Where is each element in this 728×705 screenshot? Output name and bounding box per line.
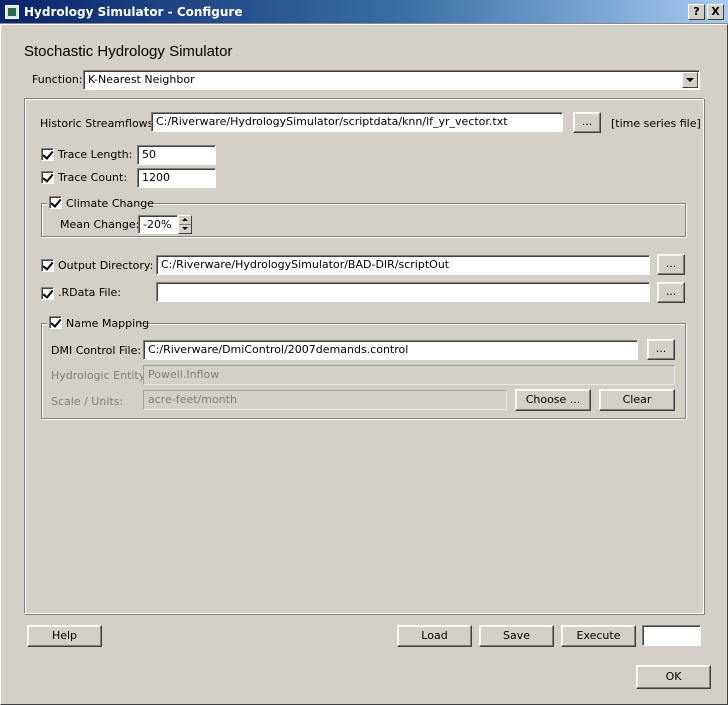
scale-units-label: Scale / Units: <box>51 395 124 408</box>
help-button[interactable]: Help <box>27 625 102 647</box>
output-dir-input[interactable]: C:/Riverware/HydrologySimulator/BAD-DIR/… <box>156 255 650 275</box>
name-mapping-label: Name Mapping <box>66 317 150 330</box>
rdata-label: .RData File: <box>58 286 122 299</box>
scale-units-input: acre-feet/month <box>143 390 507 410</box>
function-select-value: K-Nearest Neighbor <box>88 73 195 86</box>
climate-change-checkbox[interactable] <box>49 196 62 209</box>
rdata-input[interactable] <box>156 282 650 302</box>
trace-length-input[interactable]: 50 <box>137 145 216 165</box>
app-icon <box>5 5 19 19</box>
output-dir-label: Output Directory: <box>58 259 154 272</box>
mean-change-label: Mean Change: <box>60 218 140 231</box>
function-select[interactable]: K-Nearest Neighbor <box>83 70 700 90</box>
execute-button[interactable]: Execute <box>561 625 636 647</box>
name-mapping-checkbox[interactable] <box>49 316 62 329</box>
trace-length-label: Trace Length: <box>58 148 133 161</box>
rdata-browse-button[interactable]: ... <box>657 282 685 303</box>
climate-change-label: Climate Change <box>66 197 154 210</box>
trace-count-input[interactable]: 1200 <box>137 168 216 188</box>
save-button[interactable]: Save <box>479 625 554 647</box>
trace-count-label: Trace Count: <box>58 171 128 184</box>
window-title: Hydrology Simulator - Configure <box>24 5 243 19</box>
ok-button[interactable]: OK <box>636 665 711 689</box>
trace-count-checkbox[interactable] <box>41 171 54 184</box>
mean-change-spinner[interactable] <box>178 215 192 234</box>
streamflows-browse-button[interactable]: ... <box>573 112 601 133</box>
streamflows-input[interactable]: C:/Riverware/HydrologySimulator/scriptda… <box>151 112 563 132</box>
spin-down-icon[interactable] <box>179 216 191 233</box>
dmi-control-label: DMI Control File: <box>51 344 142 357</box>
dmi-control-input[interactable]: C:/Riverware/DmiControl/2007demands.cont… <box>143 340 638 360</box>
context-help-button[interactable]: ? <box>688 4 705 20</box>
title-bar[interactable]: Hydrology Simulator - Configure ? X <box>0 0 728 24</box>
chevron-down-icon[interactable] <box>682 72 698 88</box>
function-label: Function: <box>32 73 83 86</box>
dmi-control-browse-button[interactable]: ... <box>647 339 675 360</box>
output-dir-checkbox[interactable] <box>41 259 54 272</box>
hydrologic-entity-label: Hydrologic Entity: <box>51 369 149 382</box>
choose-units-button[interactable]: Choose ... <box>515 389 591 411</box>
trace-length-checkbox[interactable] <box>41 148 54 161</box>
close-button[interactable]: X <box>707 4 724 20</box>
clear-units-button[interactable]: Clear <box>599 389 675 411</box>
output-dir-browse-button[interactable]: ... <box>657 254 685 275</box>
page-title: Stochastic Hydrology Simulator <box>24 43 233 60</box>
streamflows-note: [time series file] <box>611 117 701 130</box>
load-button[interactable]: Load <box>397 625 472 647</box>
mean-change-input[interactable]: -20% <box>138 215 178 234</box>
streamflows-label: Historic Streamflows: <box>40 117 158 130</box>
rdata-checkbox[interactable] <box>41 287 54 300</box>
status-field[interactable] <box>642 625 701 646</box>
hydrologic-entity-input: Powell.Inflow <box>143 365 675 385</box>
